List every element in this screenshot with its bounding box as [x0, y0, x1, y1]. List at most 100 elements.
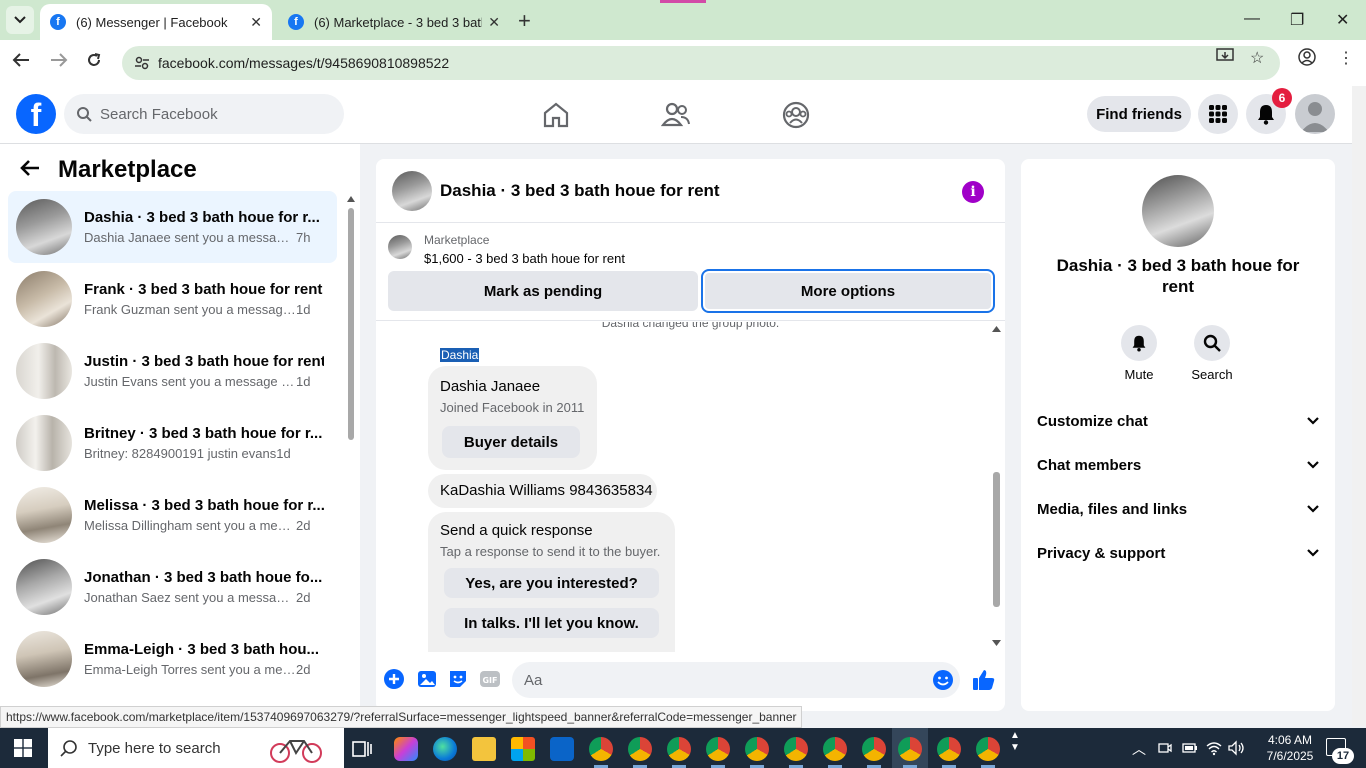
facebook-logo-icon[interactable]: f	[16, 94, 56, 134]
reload-button[interactable]	[86, 52, 102, 73]
forward-button[interactable]	[50, 52, 68, 73]
install-app-icon[interactable]	[1216, 48, 1234, 69]
listing-thumbnail[interactable]	[388, 235, 412, 259]
scroll-thumb[interactable]	[993, 472, 1000, 607]
sender-name: Dashia	[440, 348, 480, 362]
sticker-icon[interactable]	[447, 668, 469, 690]
url-text: facebook.com/messages/t/9458690810898522	[158, 55, 450, 71]
back-button[interactable]	[12, 52, 30, 73]
search-in-chat-button[interactable]: Search	[1182, 325, 1242, 382]
chrome-active-icon[interactable]	[898, 737, 922, 761]
customize-chat-row[interactable]: Customize chat	[1037, 399, 1319, 443]
chrome-profile-icon[interactable]	[976, 737, 1000, 761]
quick-response-option[interactable]: Yes, are you interested?	[444, 568, 659, 598]
chrome-profile-icon[interactable]	[667, 737, 691, 761]
account-avatar[interactable]	[1295, 94, 1335, 134]
conversation-item[interactable]: Justin · 3 bed 3 bath houe for rent Just…	[8, 335, 337, 407]
emoji-icon[interactable]	[932, 669, 954, 691]
conversation-item[interactable]: Melissa · 3 bed 3 bath houe for r... Mel…	[8, 479, 337, 551]
chrome-profile-icon[interactable]	[784, 737, 808, 761]
browser-menu-icon[interactable]: ⋮	[1338, 48, 1354, 68]
conversation-item[interactable]: Britney · 3 bed 3 bath houe for r... Bri…	[8, 407, 337, 479]
privacy-support-row[interactable]: Privacy & support	[1037, 531, 1319, 575]
copilot-icon[interactable]	[394, 737, 418, 761]
menu-grid-button[interactable]	[1198, 94, 1238, 134]
url-bar[interactable]: facebook.com/messages/t/9458690810898522	[122, 46, 1280, 80]
chat-members-row[interactable]: Chat members	[1037, 443, 1319, 487]
microsoft-store-icon[interactable]	[511, 737, 535, 761]
info-icon[interactable]: i	[962, 181, 984, 203]
close-tab-icon[interactable]: ✕	[250, 14, 262, 31]
meet-now-icon[interactable]	[1158, 741, 1172, 755]
bookmark-star-icon[interactable]: ☆	[1250, 48, 1264, 68]
listing-thumbnail	[16, 631, 72, 687]
close-tab-icon[interactable]: ✕	[488, 14, 500, 31]
conversation-item[interactable]: Frank · 3 bed 3 bath houe for rent Frank…	[8, 263, 337, 335]
battery-icon[interactable]	[1182, 742, 1198, 754]
chat-panel: Dashia · 3 bed 3 bath houe for rent i Ma…	[376, 159, 1005, 711]
chrome-icon[interactable]	[589, 737, 613, 761]
chrome-profile-icon[interactable]	[628, 737, 652, 761]
conversation-item[interactable]: Emma-Leigh · 3 bed 3 bath hou... Emma-Le…	[8, 623, 337, 695]
scroll-thumb[interactable]	[348, 208, 354, 440]
chrome-profile-icon[interactable]	[823, 737, 847, 761]
conversation-item[interactable]: Dashia · 3 bed 3 bath houe for r... Dash…	[8, 191, 337, 263]
chrome-profile-icon[interactable]	[745, 737, 769, 761]
chrome-profile-icon[interactable]	[937, 737, 961, 761]
quick-response-option[interactable]: In talks. I'll let you know.	[444, 608, 659, 638]
file-explorer-icon[interactable]	[472, 737, 496, 761]
task-view-icon[interactable]	[350, 737, 374, 761]
mark-as-pending-button[interactable]: Mark as pending	[388, 271, 698, 311]
tab-marketplace[interactable]: f (6) Marketplace - 3 bed 3 bath h ✕	[278, 4, 510, 40]
minimize-button[interactable]: —	[1244, 10, 1260, 28]
site-info-icon[interactable]	[134, 55, 150, 71]
wifi-icon[interactable]	[1206, 740, 1222, 756]
windows-start-icon[interactable]	[14, 739, 32, 757]
groups-icon[interactable]	[781, 100, 811, 130]
show-hidden-icons-icon[interactable]: ︿	[1132, 739, 1146, 759]
conversation-item[interactable]: Jonathan · 3 bed 3 bath houe fo... Jonat…	[8, 551, 337, 623]
page-scrollbar[interactable]	[1352, 86, 1366, 726]
conversation-preview: Frank Guzman sent you a message ...	[84, 302, 296, 317]
thumbs-up-icon[interactable]	[972, 668, 996, 692]
listing-price-title[interactable]: $1,600 - 3 bed 3 bath houe for rent	[424, 251, 625, 266]
message-thread-scrollbar[interactable]	[990, 322, 1002, 652]
gif-icon[interactable]: GIF	[479, 668, 501, 690]
edge-icon[interactable]	[433, 737, 457, 761]
bell-icon	[1258, 105, 1274, 125]
scroll-up-icon[interactable]	[347, 196, 355, 202]
friends-icon[interactable]	[661, 100, 691, 130]
conversation-list-scrollbar[interactable]	[346, 194, 356, 714]
system-clock[interactable]: 4:06 AM 7/6/2025	[1254, 732, 1326, 764]
conversation-name: Britney · 3 bed 3 bath houe for r...	[84, 425, 323, 442]
chrome-profile-icon[interactable]	[706, 737, 730, 761]
taskbar-search-input[interactable]: Type here to search	[48, 728, 344, 768]
tab-messenger[interactable]: f (6) Messenger | Facebook ✕	[40, 4, 272, 40]
restore-button[interactable]: ❐	[1290, 10, 1304, 30]
mute-label: Mute	[1124, 367, 1154, 382]
home-icon[interactable]	[541, 100, 571, 130]
profile-icon[interactable]	[1298, 48, 1316, 71]
scroll-up-icon[interactable]	[992, 326, 1001, 332]
close-window-button[interactable]: ✕	[1336, 10, 1349, 30]
mute-button[interactable]: Mute	[1109, 325, 1169, 382]
photo-icon[interactable]	[416, 668, 438, 690]
more-options-button[interactable]: More options	[701, 269, 995, 313]
outlook-icon[interactable]	[550, 737, 574, 761]
facebook-search-input[interactable]: Search Facebook	[64, 94, 344, 134]
taskbar-scroll-arrows-icon[interactable]: ▲ ▼	[1010, 730, 1020, 754]
chrome-profile-icon[interactable]	[862, 737, 886, 761]
scroll-down-icon[interactable]	[992, 640, 1001, 646]
message-input[interactable]: Aa	[512, 662, 960, 698]
chat-avatar[interactable]	[392, 171, 432, 211]
chat-title[interactable]: Dashia · 3 bed 3 bath houe for rent	[440, 181, 720, 201]
back-arrow-icon[interactable]	[20, 157, 40, 183]
chat-photo[interactable]	[1142, 175, 1214, 247]
plus-circle-icon[interactable]	[383, 668, 405, 690]
tab-search-button[interactable]	[6, 6, 34, 34]
volume-icon[interactable]	[1228, 740, 1246, 756]
find-friends-button[interactable]: Find friends	[1087, 96, 1191, 132]
media-files-links-row[interactable]: Media, files and links	[1037, 487, 1319, 531]
buyer-details-button[interactable]: Buyer details	[442, 426, 580, 458]
new-tab-button[interactable]: +	[518, 8, 531, 34]
